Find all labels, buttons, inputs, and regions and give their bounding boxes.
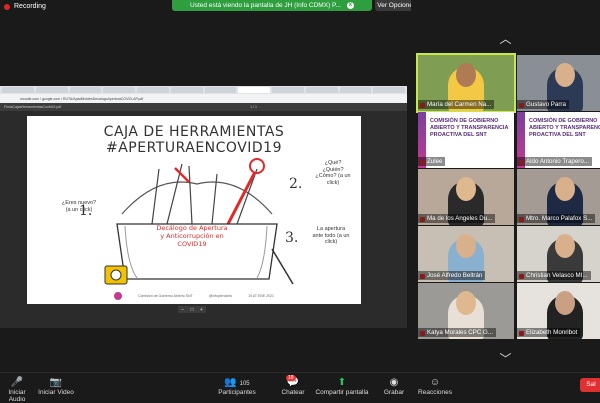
presentation-slide: CAJA DE HERRAMIENTAS #APERTURAENCOVID19 … [27,116,361,304]
recording-indicator: Recording [4,3,46,10]
slide-footer: Comisión de Gobierno Abierto SNT @infopl… [27,289,361,303]
participant-name: Gustavo Parra [517,100,569,109]
reactions-button[interactable]: ☺ Reacciones [416,376,454,396]
chat-badge: 18 [286,375,296,381]
participants-button[interactable]: 👥 105 Participantes [212,376,262,396]
gallery-down-icon[interactable]: ﹀ [411,350,600,367]
reactions-icon: ☺ [429,377,441,388]
participant-banner-text: COMISIÓN DE GOBIERNO ABIERTO Y TRANSPARE… [430,118,509,138]
leave-meeting-button[interactable]: Sal [580,378,600,392]
address-bar[interactable]: moodle.com / google.com / RUTA/ApadMolde… [0,94,407,103]
share-screen-label: Compartir pantalla [315,389,369,396]
participant-face [456,234,476,258]
participant-tile[interactable]: Katya Morales CPC G... [418,283,514,339]
step3-number: 3. [285,230,299,246]
participant-name: Zulee [418,157,446,166]
browser-tab[interactable] [305,87,338,93]
participant-name: Katya Morales CPC G... [418,328,497,337]
browser-tab[interactable] [35,87,68,93]
pdf-toolbar: FlmiaCajasHerramientasCovid19.pdf 1 / 1 [0,103,407,111]
participant-face [456,177,476,201]
step3-label: La apertura ante todo (a un click) [312,226,350,246]
participant-name: Mtro. Marco Palafox S... [517,214,596,223]
video-button[interactable]: 📷 Iniciar Video [36,376,76,396]
browser-tab-active[interactable] [238,87,270,93]
participant-tile[interactable]: Ma de los Angeles Du... [418,169,514,225]
record-button[interactable]: ◉ Grabar [380,376,408,396]
browser-tab[interactable] [137,87,169,93]
browser-tab[interactable] [204,87,237,93]
participants-count: 105 [239,381,250,387]
participant-tile[interactable]: Christian Velasco MI... [517,226,600,282]
participant-tile[interactable]: María del Carmen Na... [416,53,516,113]
browser-tab[interactable] [103,87,135,93]
participant-tile[interactable]: COMISIÓN DE GOBIERNO ABIERTO Y TRANSPARE… [418,112,514,168]
zoom-in-button[interactable]: + [200,307,203,313]
step1-number: 1. [79,203,93,219]
pdf-page-info: 1 / 1 [250,105,257,109]
participant-name: José Alfredo Beltrán [418,271,486,280]
participant-face [555,291,575,315]
participants-label: Participantes [218,389,256,396]
participant-face [456,291,476,315]
participant-face [555,177,575,201]
participant-name: Elizabeth Monribot [517,328,581,337]
screen-share-banner-text: Usted está viendo la pantalla de JH (Inf… [190,2,341,9]
address-bar-url: moodle.com / google.com / RUTA/ApadMolde… [20,96,144,101]
share-screen-button[interactable]: ⬆ Compartir pantalla [312,376,372,396]
participant-name: Christian Velasco MI... [517,271,591,280]
pdf-filename: FlmiaCajasHerramientasCovid19.pdf [4,105,62,109]
microphone-muted-icon: 🎤 [10,377,24,388]
participant-tile[interactable]: Gustavo Parra [517,55,600,111]
participants-icon: 👥 105 [224,377,250,388]
participant-face [555,63,575,87]
participant-name: Ma de los Angeles Du... [418,214,496,223]
chat-button[interactable]: 💬 18 Chatear [278,375,308,396]
close-banner-icon[interactable]: x [346,2,354,9]
recording-dot-icon [4,3,10,10]
footer-handle: @infoplenoinfo [208,294,233,298]
screen-share-banner: Usted está viendo la pantalla de JH (Inf… [172,0,372,11]
step2-label: ¿Qué? ¿Quién? ¿Cómo? (a un click) [315,160,351,186]
participant-name: María del Carmen Na... [418,100,495,109]
slide-title: CAJA DE HERRAMIENTAS #APERTURAENCOVID19 [103,124,285,156]
footer-date: 15 AT ENE 2021 [248,294,274,298]
participant-name: Aldo Antonio Trapero... [517,157,592,166]
browser-tab[interactable] [272,87,304,93]
chat-label: Chatear [281,389,305,396]
shared-screen: moodle.com / google.com / RUTA/ApadMolde… [0,86,407,328]
step2-number: 2. [289,176,303,192]
participant-tile[interactable]: Mtro. Marco Palafox S... [517,169,600,225]
share-screen-icon: ⬆ [337,377,347,388]
participant-face [456,63,476,87]
audio-label: Iniciar Audio [8,389,26,403]
reactions-label: Reacciones [418,389,452,396]
record-label: Grabar [383,389,405,396]
participant-face [555,234,575,258]
participant-banner-text: COMISIÓN DE GOBIERNO ABIERTO Y TRANSPARE… [529,118,600,138]
participant-tile[interactable]: COMISIÓN DE GOBIERNO ABIERTO Y TRANSPARE… [517,112,600,168]
pdf-zoom-controls: − □ + [178,306,206,313]
participant-tile[interactable]: Elizabeth Monribot [517,283,600,339]
browser-tab[interactable] [2,87,34,93]
browser-tab[interactable] [170,87,203,93]
participant-gallery: ︿ María del Carmen Na... Gustavo Parra C… [411,0,600,372]
participant-tile[interactable]: José Alfredo Beltrán [418,226,514,282]
decalogo-text: Decálogo de Apertura y Anticorrupción en… [156,224,228,249]
fit-page-button[interactable]: □ [190,307,193,313]
browser-tab[interactable] [69,87,102,93]
footer-org: Comisión de Gobierno Abierto SNT [138,294,193,298]
video-label: Iniciar Video [38,389,74,396]
video-off-icon: 📷 [49,377,63,388]
recording-label: Recording [14,3,46,10]
browser-tab-strip [0,86,407,94]
record-icon: ◉ [389,377,399,388]
gallery-up-icon[interactable]: ︿ [411,30,600,47]
audio-button[interactable]: 🎤 Iniciar Audio [2,376,32,403]
zoom-out-button[interactable]: − [181,307,184,313]
meeting-toolbar: 🎤 Iniciar Audio 📷 Iniciar Video 👥 105 Pa… [0,372,600,403]
browser-tab[interactable] [339,87,372,93]
footer-logo-icon [114,292,123,300]
browser-tab[interactable] [373,87,405,93]
